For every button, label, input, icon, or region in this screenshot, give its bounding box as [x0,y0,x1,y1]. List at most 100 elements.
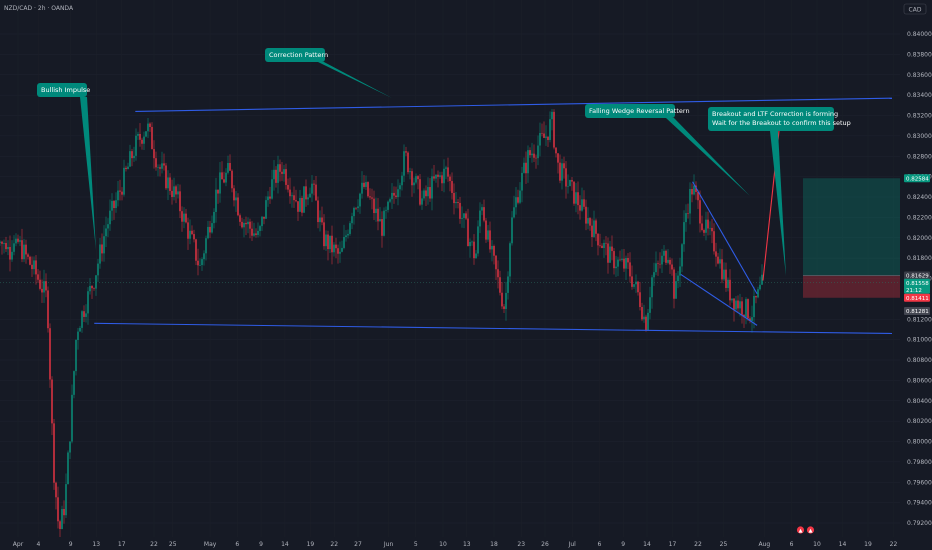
loss-zone[interactable] [803,275,900,298]
candle-body [699,200,701,224]
candle-body [171,190,173,198]
candle-body [265,200,267,219]
candle-body [439,175,441,177]
candle-body [603,242,605,249]
profit-zone[interactable] [803,178,900,276]
x-tick-label: 5 [414,541,418,548]
candle-body [421,198,423,205]
candle-body [451,181,453,193]
candle-body [115,200,117,209]
candle-body [405,151,407,153]
candle-body [403,151,405,176]
candle-body [723,269,725,280]
candle-body [385,209,387,211]
candle-body [97,263,99,276]
candle-body [43,281,45,293]
x-tick-label: 22 [890,541,898,548]
candle-body [271,179,273,199]
candle-body [537,145,539,159]
candle-body [301,197,303,213]
candle-body [179,191,181,212]
candle-body [195,239,197,261]
candle-body [339,251,341,254]
candle-body [571,180,573,182]
candle-body [31,264,33,270]
candle-body [53,423,55,483]
x-tick-label: 23 [517,541,525,548]
candle-body [497,269,499,278]
candle-body [177,191,179,195]
candle-body [347,233,349,236]
candle-body [525,162,527,174]
candle-body [273,169,275,180]
candle-body [323,222,325,247]
candle-body [91,285,93,289]
candle-body [649,297,651,313]
candle-body [449,176,451,182]
candle-body [25,244,27,255]
candle-body [357,206,359,209]
svg-text:▲: ▲ [809,528,813,534]
candle-body [371,197,373,199]
candle-body [543,133,545,138]
candle-body [515,197,517,208]
y-tick-label: 0.80000 [907,439,932,446]
candle-body [725,269,727,288]
y-tick-label: 0.81200 [907,316,932,323]
candle-body [565,168,567,187]
candle-body [355,207,357,209]
x-tick-label: 19 [307,541,315,548]
candle-body [639,292,641,308]
candle-body [375,208,377,214]
candle-body [483,207,485,221]
candle-body [305,186,307,200]
x-tick-label: Jun [383,541,394,548]
chart-background [0,0,932,550]
candle-body [283,169,285,174]
candle-body [433,176,435,179]
candle-body [163,163,165,166]
candle-body [663,250,665,256]
candle-body [477,226,479,254]
candle-body [437,174,439,177]
candle-body [611,246,613,252]
candle-body [13,243,15,252]
candle-body [75,339,77,372]
candle-body [47,290,49,329]
candle-body [191,230,193,235]
candle-body [665,250,667,263]
candle-body [559,162,561,181]
candle-body [89,285,91,292]
candle-body [41,288,43,293]
candle-body [485,220,487,240]
candle-body [513,207,515,218]
candle-body [605,242,607,244]
price-chart[interactable]: Bullish Impulse Correction Pattern Falling… [0,0,932,550]
candle-body [535,157,537,159]
price-tag-label: 0.82584 [906,176,929,182]
candle-body [461,217,463,219]
candle-body [581,199,583,211]
x-tick-label: Jul [568,541,577,548]
y-tick-label: 0.83400 [907,92,932,99]
candle-body [93,288,95,289]
y-tick-label: 0.80200 [907,418,932,425]
candle-body [431,176,433,199]
candle-body [235,197,237,201]
x-tick-label: 9 [69,541,73,548]
candle-body [33,260,35,270]
candle-body [729,279,731,301]
candle-body [317,200,319,223]
candle-body [231,170,233,189]
candle-body [707,219,709,229]
candle-body [733,298,735,310]
candle-body [393,192,395,196]
candle-body [377,208,379,222]
candle-body [509,243,511,277]
candle-body [199,265,201,266]
candle-body [657,263,659,264]
callout-text: Wait for the Breakout to confirm this se… [712,119,851,127]
x-tick-label: 10 [439,541,447,548]
candle-body [125,167,127,170]
candle-body [691,189,693,195]
